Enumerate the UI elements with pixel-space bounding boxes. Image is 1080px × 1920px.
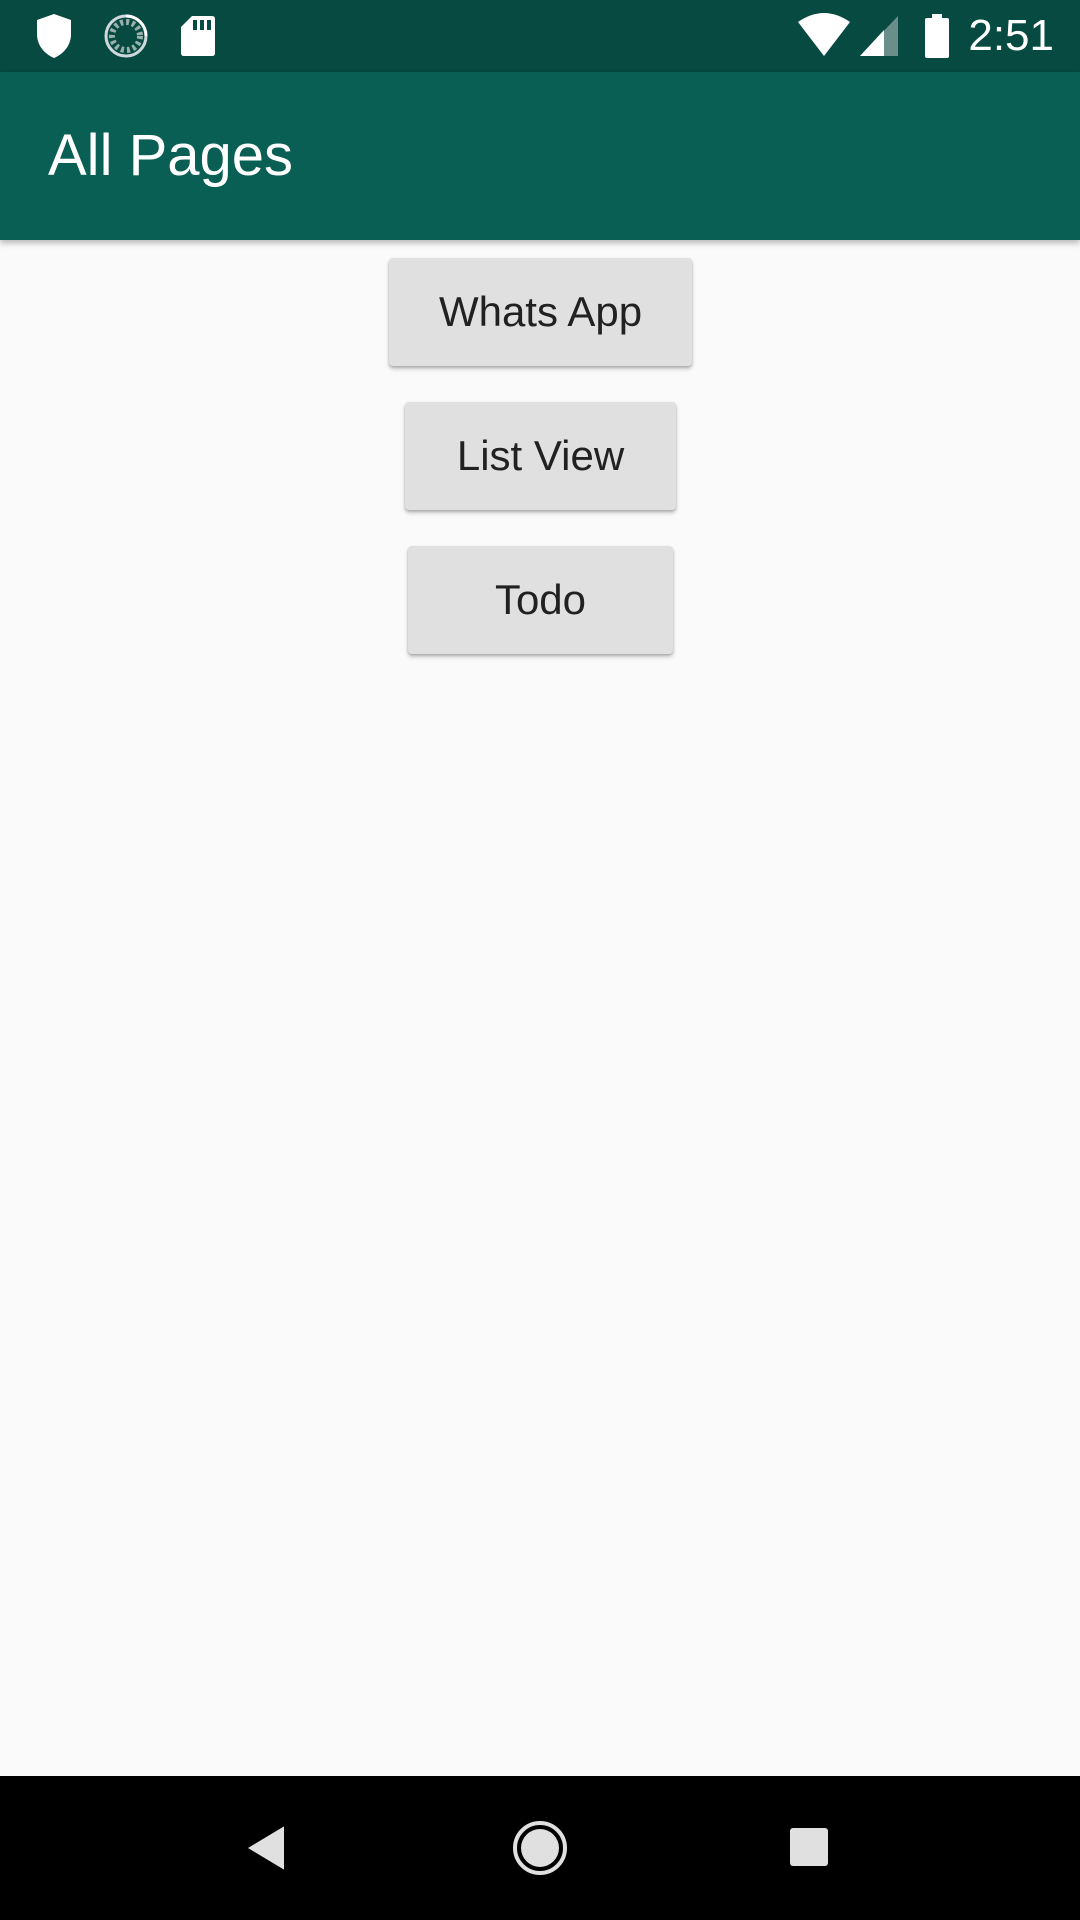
navigation-bar: [0, 1776, 1080, 1920]
page-title: All Pages: [48, 123, 294, 188]
shield-icon: [37, 14, 71, 58]
todo-button[interactable]: Todo: [408, 546, 673, 654]
home-icon[interactable]: [504, 1812, 576, 1884]
back-icon[interactable]: [234, 1812, 306, 1884]
sd-card-icon: [181, 16, 215, 56]
app-bar: All Pages: [0, 72, 1080, 240]
wifi-icon: [798, 13, 850, 56]
sync-icon: [104, 14, 148, 58]
status-bar: 2:51: [0, 0, 1080, 72]
recents-icon[interactable]: [774, 1812, 846, 1884]
battery-icon: [925, 14, 949, 58]
list-view-button[interactable]: List View: [405, 402, 676, 510]
status-time: 2:51: [968, 11, 1054, 60]
whatsapp-button[interactable]: Whats App: [389, 258, 692, 366]
main-content: Whats App List View Todo: [0, 240, 1080, 1776]
cell-signal-icon: [860, 16, 898, 56]
